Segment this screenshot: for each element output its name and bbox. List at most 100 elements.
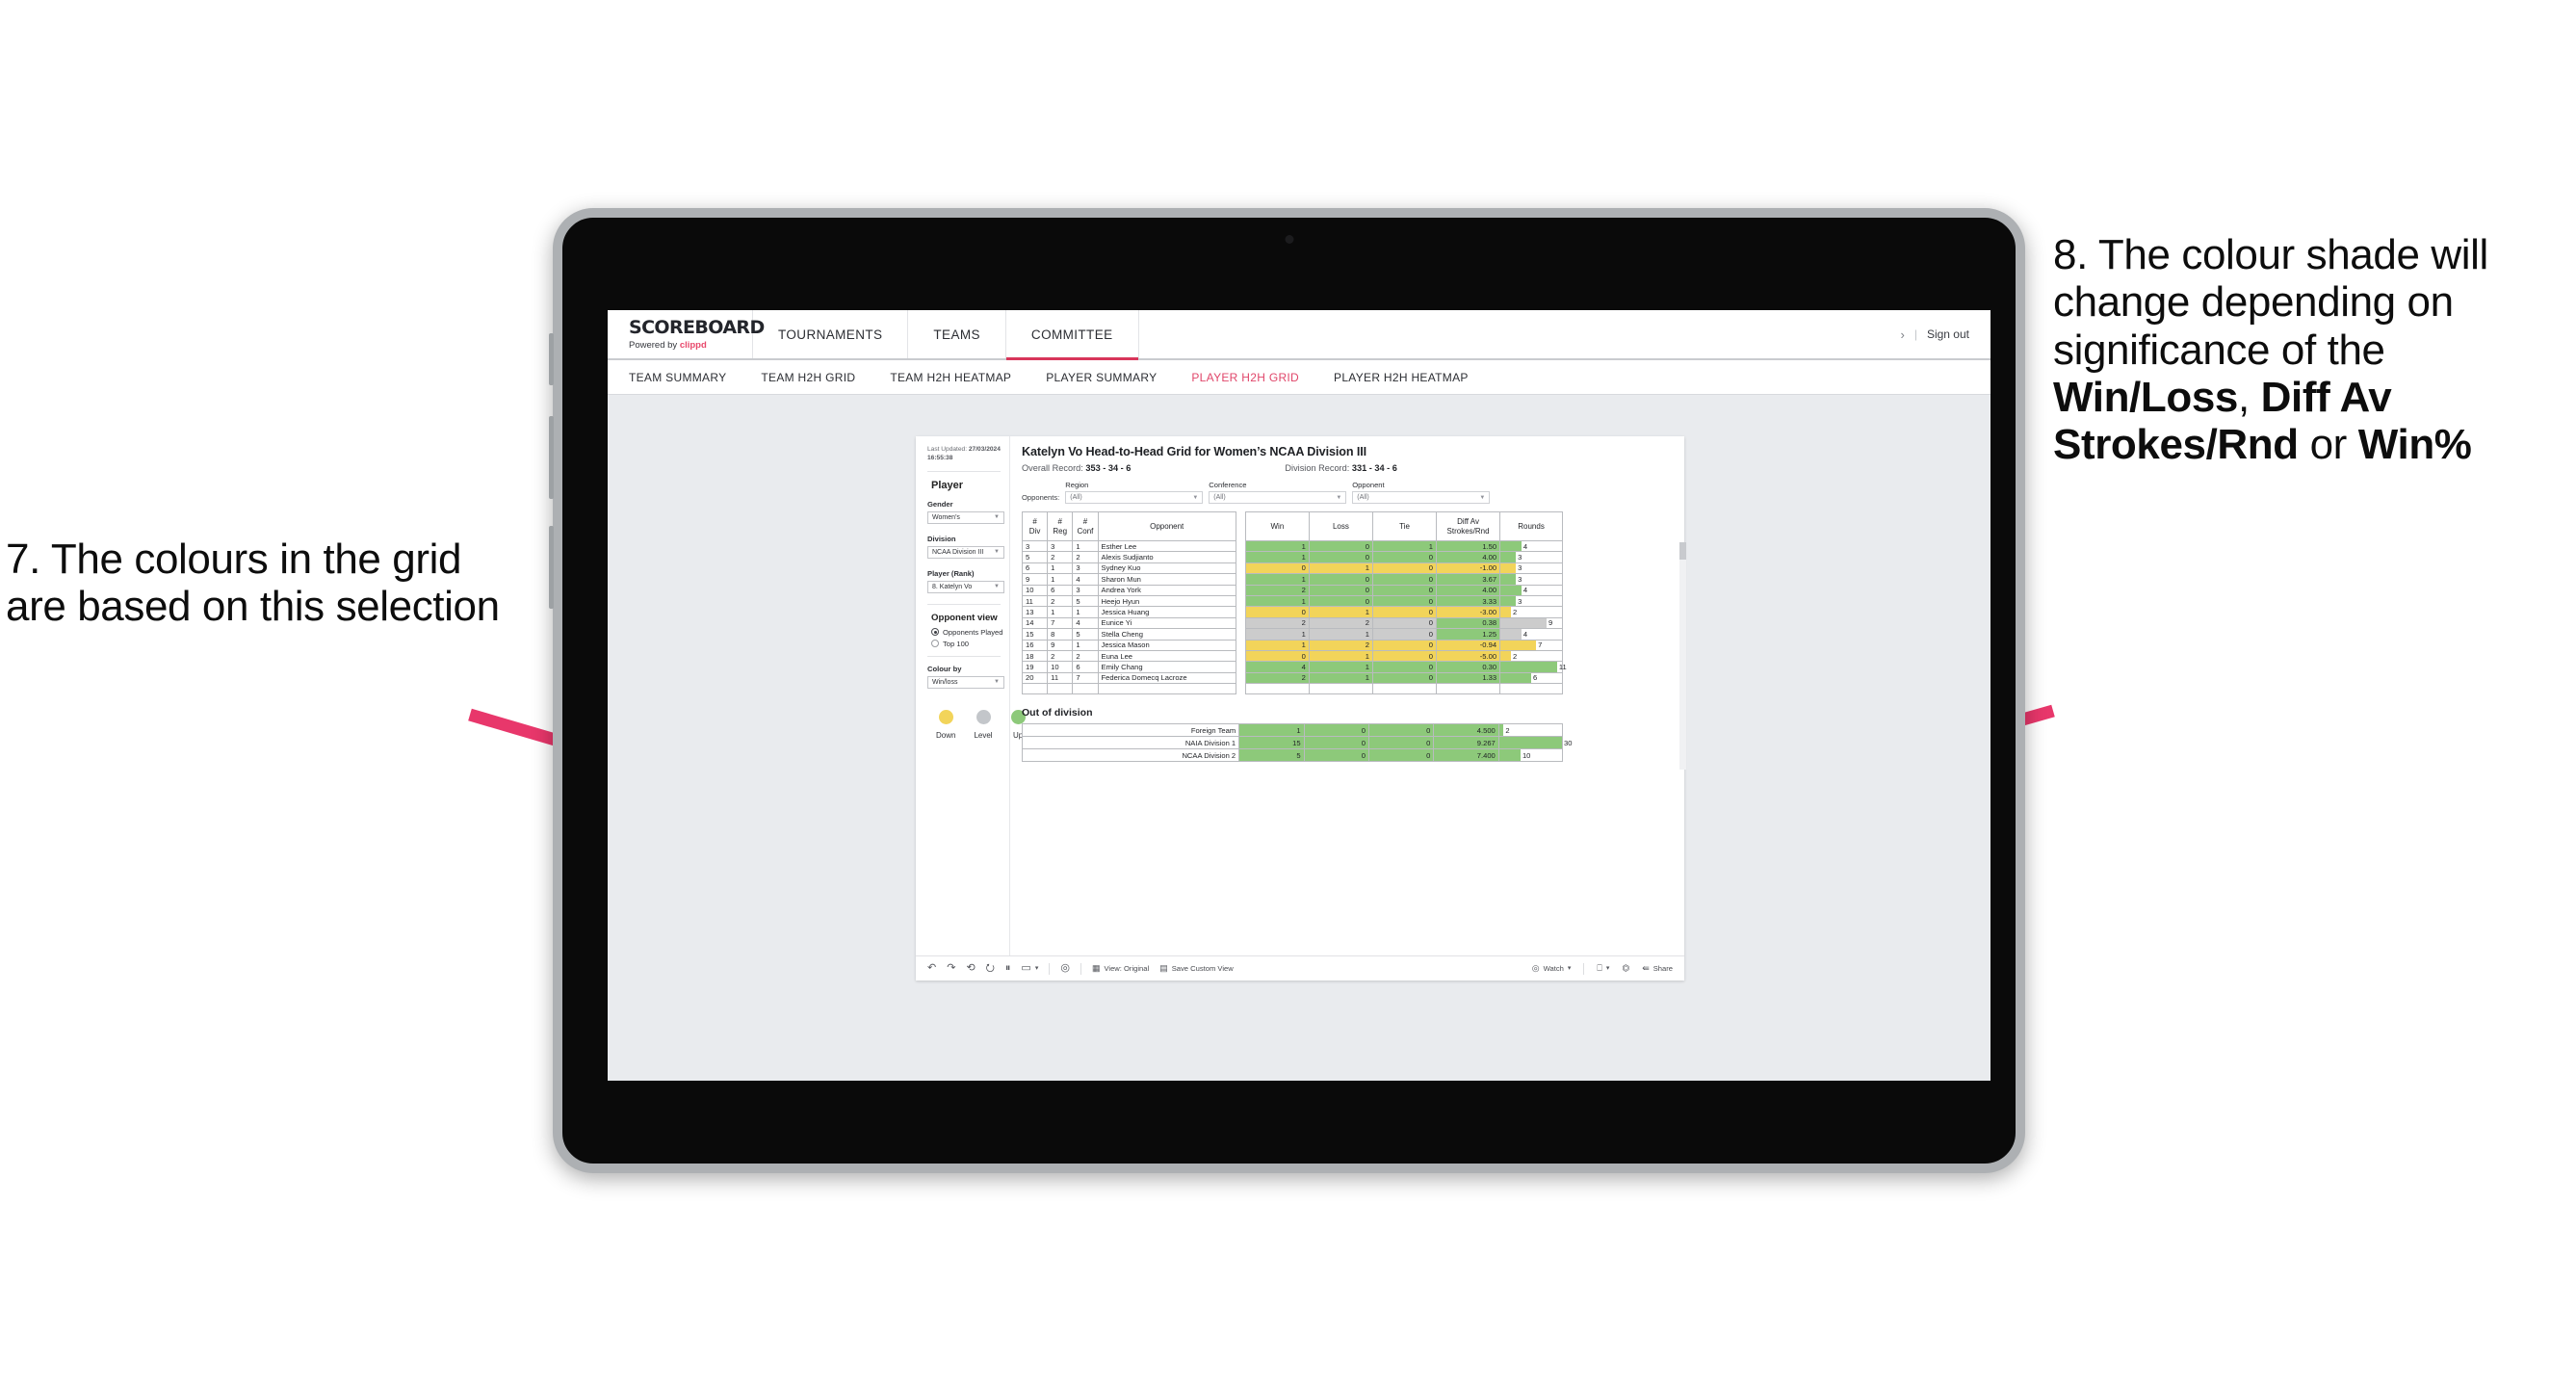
subnav-item-team-h2h-heatmap[interactable]: TEAM H2H HEATMAP xyxy=(890,371,1011,384)
out-of-division-row[interactable]: NCAA Division 2 5 0 0 7.400 10 xyxy=(1021,748,1564,763)
subnav-item-player-h2h-heatmap[interactable]: PLAYER H2H HEATMAP xyxy=(1334,371,1469,384)
radio-opponents-played[interactable]: Opponents Played xyxy=(931,628,1009,637)
cell-ood-win: 1 xyxy=(1238,723,1305,738)
col-header-tie: Tie xyxy=(1371,511,1438,541)
save-view-icon: ▤ xyxy=(1159,963,1168,973)
radio-top-100-label: Top 100 xyxy=(943,639,970,648)
cell-win: 1 xyxy=(1244,551,1310,563)
device-button-volume-up[interactable] xyxy=(549,416,554,499)
table-row[interactable]: 13 1 1 Jessica Huang 0 1 0 -3.00 2 xyxy=(1021,606,1563,618)
chevron-right-icon[interactable]: › xyxy=(1900,327,1904,342)
view-original-button[interactable]: ▦ View: Original xyxy=(1092,964,1149,974)
table-row[interactable]: 15 8 5 Stella Cheng 1 1 0 1.25 4 xyxy=(1021,628,1563,641)
cell-reg: 3 xyxy=(1047,539,1074,553)
grid-vertical-scrollbar[interactable] xyxy=(1679,542,1686,770)
topnav-item-committee[interactable]: COMMITTEE xyxy=(1005,310,1139,360)
grid-scrollbar-thumb[interactable] xyxy=(1679,542,1686,560)
cell-loss: 1 xyxy=(1308,661,1373,673)
cell-opponent: Emily Chang xyxy=(1097,661,1236,673)
cell-conf: 3 xyxy=(1072,562,1099,575)
filter-division-value: NCAA Division III xyxy=(932,548,984,556)
toolbar-right-group: ◎ Watch ▾ ⎕ ▾ ⏣ ⇚ Share xyxy=(1532,962,1673,975)
cell-spacer xyxy=(1236,574,1245,585)
download-button[interactable]: ⎕ ▾ xyxy=(1597,964,1609,973)
watch-button[interactable]: ◎ Watch ▾ xyxy=(1532,964,1572,974)
brand-title: SCOREBOARD xyxy=(629,316,765,338)
overall-record: Overall Record: 353 - 34 - 6 xyxy=(1022,463,1131,473)
pause-icon[interactable]: ⏸ xyxy=(1005,963,1011,974)
top-navigation-bar: SCOREBOARD Powered by clippd TOURNAMENTS… xyxy=(608,310,1991,360)
table-row[interactable]: 11 2 5 Heejo Hyun 1 0 0 3.33 3 xyxy=(1021,594,1563,608)
col-spacer xyxy=(1236,512,1245,541)
brand-logo[interactable]: SCOREBOARD Powered by clippd xyxy=(608,310,765,358)
filter-opponent-select[interactable]: (All) ▼ xyxy=(1352,491,1491,504)
cell-div: 3 xyxy=(1021,539,1049,553)
filter-conference-value: (All) xyxy=(1213,494,1226,501)
brand-clippd: clippd xyxy=(679,339,707,351)
radio-top-100[interactable]: Top 100 xyxy=(931,640,1009,648)
save-custom-view-button[interactable]: ▤ Save Custom View xyxy=(1159,963,1234,974)
cell-conf: 2 xyxy=(1072,649,1099,663)
cell-diff: 0.38 xyxy=(1436,616,1501,630)
filter-conference-select[interactable]: (All) ▼ xyxy=(1209,491,1347,504)
filter-colour-by-value: Win/loss xyxy=(932,678,958,686)
topnav-item-teams[interactable]: TEAMS xyxy=(908,310,1006,358)
share-button[interactable]: ⇚ Share xyxy=(1642,964,1673,974)
table-row[interactable]: 3 3 1 Esther Lee 1 0 1 1.50 4 xyxy=(1021,539,1563,553)
cell-spacer xyxy=(1236,672,1245,683)
alerts-icon[interactable]: ◎ xyxy=(1060,963,1070,974)
filter-division: Division NCAA Division III ▼ xyxy=(927,535,1009,559)
device-button-mute[interactable] xyxy=(549,333,554,385)
fullscreen-icon[interactable]: ⏣ xyxy=(1622,964,1629,973)
out-of-division-row[interactable]: Foreign Team 1 0 0 4.500 2 xyxy=(1021,723,1564,738)
cell-win: 1 xyxy=(1244,639,1310,651)
sidebar-heading-player: Player xyxy=(931,479,964,491)
refresh-icon[interactable]: ⭮ xyxy=(986,963,995,974)
table-row[interactable]: 20 11 7 Federica Domecq Lacroze 2 1 0 1.33 6 xyxy=(1021,671,1563,685)
subnav-item-player-h2h-grid[interactable]: PLAYER H2H GRID xyxy=(1191,371,1299,384)
table-row[interactable]: 16 9 1 Jessica Mason 1 2 0 -0.94 7 xyxy=(1021,639,1563,651)
cell-reg: 7 xyxy=(1047,616,1074,630)
table-row[interactable]: 9 1 4 Sharon Mun 1 0 0 3.67 3 xyxy=(1021,573,1563,586)
legend-dot-down xyxy=(938,709,953,724)
filter-player-rank-select[interactable]: 8. Katelyn Vo ▼ xyxy=(927,580,1004,593)
cell-rounds: 2 xyxy=(1499,649,1563,663)
device-button-volume-down[interactable] xyxy=(549,526,554,609)
table-row[interactable]: 14 7 4 Eunice Yi 2 2 0 0.38 9 xyxy=(1021,616,1563,630)
topnav-item-tournaments[interactable]: TOURNAMENTS xyxy=(753,310,909,358)
cell-ood-rounds: 30 xyxy=(1497,736,1572,750)
cell-div: 6 xyxy=(1021,562,1049,575)
filter-region-select[interactable]: (All) ▼ xyxy=(1065,491,1204,504)
revert-icon[interactable]: ⟲ xyxy=(966,963,975,974)
sign-out-link[interactable]: Sign out xyxy=(1927,327,1969,341)
last-updated: Last Updated: 27/03/2024 16:55:38 xyxy=(927,446,1009,463)
cell-ood-name: Foreign Team xyxy=(1021,723,1240,738)
chevron-down-icon: ▼ xyxy=(994,514,1000,521)
annotation-8-sep2: or xyxy=(2298,421,2358,469)
redo-icon[interactable]: ↷ xyxy=(947,963,955,974)
shape-dropdown[interactable]: ▭ ▾ xyxy=(1021,963,1038,974)
table-row[interactable]: 18 2 2 Euna Lee 0 1 0 -5.00 2 xyxy=(1021,649,1563,663)
filter-division-select[interactable]: NCAA Division III ▼ xyxy=(927,545,1004,559)
chevron-down-icon: ▼ xyxy=(1479,494,1486,501)
table-row[interactable]: 6 1 3 Sydney Kuo 0 1 0 -1.00 3 xyxy=(1021,562,1563,575)
cell-spacer xyxy=(1236,562,1245,573)
subnav-item-team-h2h-grid[interactable]: TEAM H2H GRID xyxy=(761,371,855,384)
cell-rounds: 3 xyxy=(1499,573,1563,586)
col-header-reg: # Reg xyxy=(1047,511,1074,541)
table-row[interactable]: 5 2 2 Alexis Sudjianto 1 0 0 4.00 3 xyxy=(1021,551,1563,563)
table-row[interactable]: 10 6 3 Andrea York 2 0 0 4.00 4 xyxy=(1021,584,1563,596)
filter-opponent-label: Opponent xyxy=(1352,481,1385,489)
filter-colour-by-select[interactable]: Win/loss ▼ xyxy=(927,675,1004,689)
filter-opponent-value: (All) xyxy=(1357,494,1369,501)
subnav-item-player-summary[interactable]: PLAYER SUMMARY xyxy=(1046,371,1157,384)
filter-gender-select[interactable]: Women’s ▼ xyxy=(927,510,1004,524)
cell-div: 13 xyxy=(1021,606,1049,618)
table-row[interactable]: 19 10 6 Emily Chang 4 1 0 0.30 11 xyxy=(1021,661,1567,673)
cell-opponent: Jessica Huang xyxy=(1097,606,1236,618)
out-of-division-row[interactable]: NAIA Division 1 15 0 0 9.267 30 xyxy=(1021,736,1572,750)
subnav-item-team-summary[interactable]: TEAM SUMMARY xyxy=(629,371,726,384)
filter-division-label: Division xyxy=(927,534,956,543)
undo-icon[interactable]: ↶ xyxy=(927,963,936,974)
col-header-loss: Loss xyxy=(1308,511,1373,541)
